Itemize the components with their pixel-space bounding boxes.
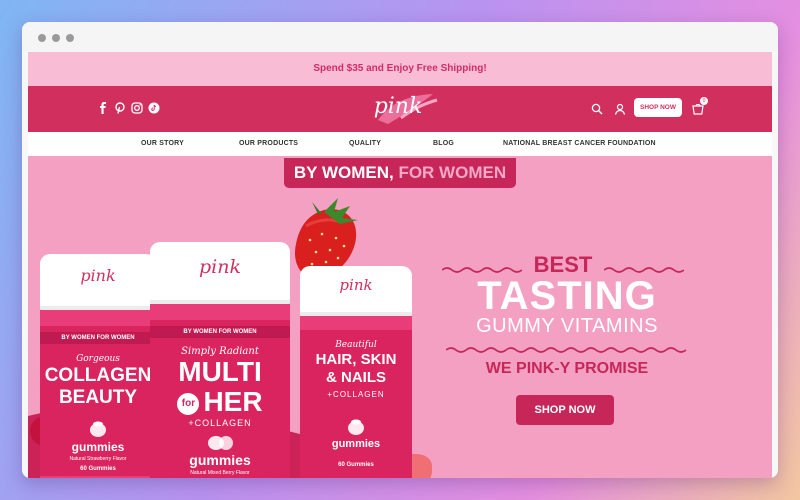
facebook-icon[interactable]: [97, 101, 109, 114]
instagram-icon[interactable]: [131, 101, 143, 114]
bottle-count: 60 Gummies: [80, 466, 116, 472]
berry-icon: [208, 436, 233, 450]
product-bottle-hair-skin-nails[interactable]: pink Beautiful HAIR, SKIN & NAILS +COLLA…: [300, 266, 412, 478]
nav-item-quality[interactable]: QUALITY: [349, 132, 381, 156]
bottle-count: 60 Gummies: [338, 462, 374, 468]
bottle-name-line1: HAIR, SKIN: [315, 351, 397, 368]
hero-banner: BY WOMEN, FOR WOMEN pink BY WOMEN FOR WO…: [28, 156, 772, 478]
product-bottle-collagen-beauty[interactable]: pink BY WOMEN FOR WOMEN Gorgeous COLLAGE…: [40, 254, 156, 478]
bottle-gummies: gummies: [331, 438, 381, 450]
header-shop-now-button[interactable]: SHOP NOW: [634, 98, 682, 117]
headline-gummy-vitamins: GUMMY VITAMINS: [476, 315, 658, 337]
bottle-gummies: gummies: [189, 452, 251, 468]
brand-logo[interactable]: pink: [353, 90, 443, 128]
tagline-banner: BY WOMEN, FOR WOMEN: [284, 158, 516, 188]
bottle-gummies: gummies: [71, 440, 125, 454]
bottle-logo: pink: [80, 266, 116, 285]
window-control-dot[interactable]: [66, 34, 74, 42]
main-navigation: OUR STORY OUR PRODUCTS QUALITY BLOG NATI…: [28, 132, 772, 156]
berry-icon: [90, 421, 106, 437]
headline-promise: WE PINK-Y PROMISE: [485, 360, 649, 377]
account-icon[interactable]: [614, 102, 626, 115]
bottle-name-line2: & NAILS: [326, 369, 386, 386]
headline-tasting: TASTING: [477, 274, 657, 318]
bottle-for-badge: for: [177, 392, 200, 415]
bottle-script: Beautiful: [335, 340, 377, 350]
logo-text: pink: [373, 94, 423, 119]
wavy-line-bottom: [446, 347, 687, 353]
nav-item-our-story[interactable]: OUR STORY: [141, 132, 184, 156]
bottle-her-text: HER: [203, 386, 263, 417]
nav-item-blog[interactable]: BLOG: [433, 132, 454, 156]
window-control-dot[interactable]: [38, 34, 46, 42]
bottle-sub: +COLLAGEN: [327, 390, 385, 399]
bottle-flag: BY WOMEN FOR WOMEN: [150, 326, 290, 338]
social-links: [97, 101, 160, 114]
bottle-logo: pink: [199, 256, 241, 278]
wavy-line-right: [604, 267, 684, 273]
pinterest-icon[interactable]: [114, 101, 126, 114]
bottle-flag: BY WOMEN FOR WOMEN: [40, 332, 156, 344]
tiktok-icon[interactable]: [148, 101, 160, 114]
bottle-sub: +COLLAGEN: [188, 418, 252, 428]
bottle-name-line1: COLLAGEN: [44, 365, 152, 386]
bottle-name-line1: MULTI: [178, 356, 262, 387]
bottle-script: Gorgeous: [76, 354, 120, 364]
bottle-flavor: Natural Strawberry Flavor: [69, 456, 127, 462]
promo-banner: Spend $35 and Enjoy Free Shipping!: [28, 52, 772, 86]
bottle-name-line2: for HER: [150, 388, 290, 416]
browser-window: Spend $35 and Enjoy Free Shipping! pink …: [22, 22, 778, 478]
bottle-name-line2: BEAUTY: [58, 387, 138, 408]
nav-item-nbcf[interactable]: NATIONAL BREAST CANCER FOUNDATION: [503, 132, 656, 156]
search-icon[interactable]: [591, 102, 603, 115]
hero-shop-now-button[interactable]: SHOP NOW: [516, 395, 614, 425]
window-title-bar: [22, 22, 778, 52]
tagline-alt: FOR WOMEN: [398, 163, 507, 182]
bottle-flavor: Natural Mixed Berry Flavor: [190, 470, 250, 476]
bottle-logo: pink: [339, 276, 373, 294]
wavy-line-left: [442, 267, 522, 273]
berry-icon: [348, 419, 364, 435]
cart-count-badge: 0: [700, 97, 708, 105]
tagline-main: BY WOMEN,: [293, 163, 399, 182]
nav-item-our-products[interactable]: OUR PRODUCTS: [239, 132, 298, 156]
site-header: pink SHOP NOW 0: [28, 86, 772, 132]
product-bottle-multi-for-her[interactable]: pink BY WOMEN FOR WOMEN Simply Radiant M…: [150, 242, 290, 478]
website: Spend $35 and Enjoy Free Shipping! pink …: [28, 52, 772, 478]
window-control-dot[interactable]: [52, 34, 60, 42]
